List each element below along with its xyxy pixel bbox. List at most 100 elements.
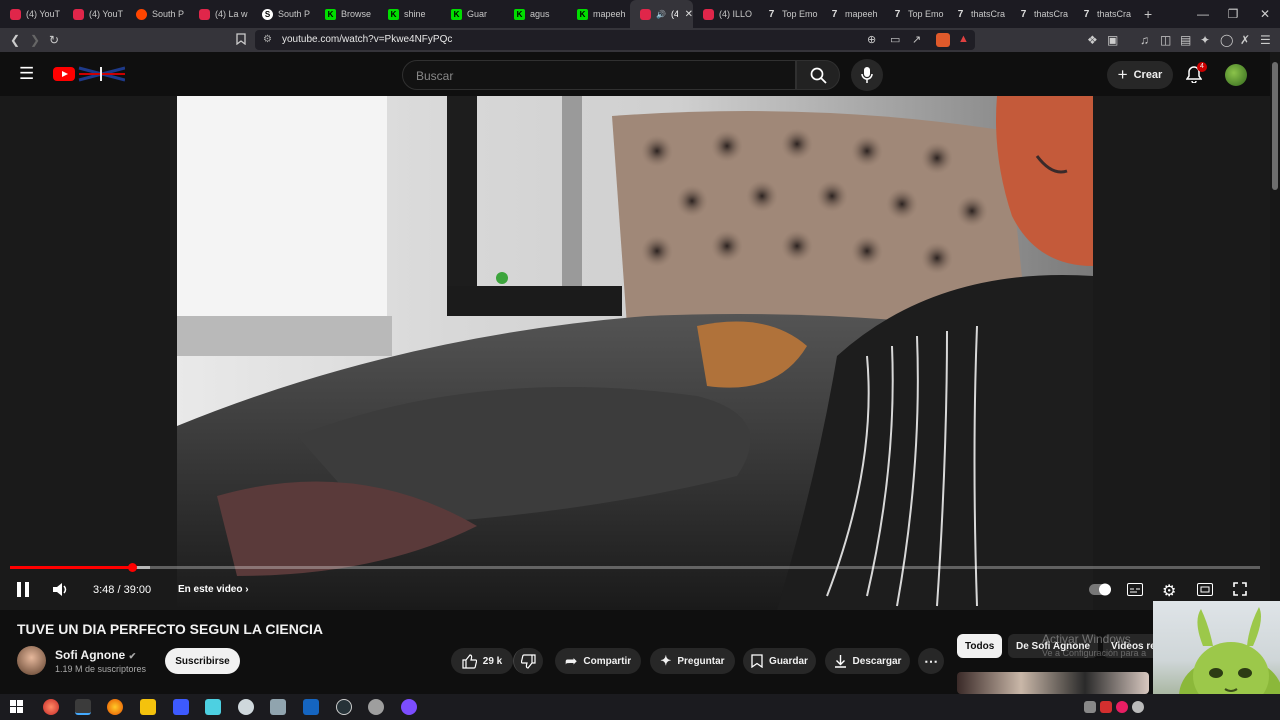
close-tab-icon[interactable]: ✕ [685, 9, 693, 20]
screenshot-icon[interactable]: ▣ [1107, 33, 1118, 47]
audio-playing-icon[interactable]: 🔊 [656, 10, 666, 19]
rewards-icon[interactable]: ▲ [958, 33, 969, 45]
restore-icon[interactable]: ❐ [1218, 0, 1248, 28]
taskbar-discord-icon[interactable] [401, 699, 417, 715]
download-button[interactable]: Descargar [825, 648, 910, 674]
sidebar-icon[interactable]: ◫ [1160, 33, 1171, 47]
create-button[interactable]: + Crear [1107, 61, 1173, 89]
7tv-favicon-icon: 7 [831, 8, 838, 20]
taskbar-app3-icon[interactable] [238, 699, 254, 715]
progress-track[interactable] [10, 566, 1260, 569]
share-button[interactable]: ➦ Compartir [555, 648, 641, 674]
taskbar-calculator-icon[interactable] [173, 699, 189, 715]
zoom-icon[interactable]: ⊕ [867, 33, 876, 46]
back-icon[interactable]: ❮ [10, 33, 20, 47]
account-avatar[interactable] [1225, 64, 1247, 86]
volume-button[interactable] [52, 582, 68, 600]
hamburger-menu-icon[interactable]: ☰ [19, 64, 34, 84]
progress-scrubber-handle[interactable] [127, 563, 137, 572]
taskbar-app4-icon[interactable] [270, 699, 286, 715]
browser-tab[interactable]: 7 Top Emo [882, 0, 945, 28]
browser-tab[interactable]: (4) La w [189, 0, 252, 28]
fullscreen-button[interactable] [1233, 582, 1247, 599]
share-page-icon[interactable]: ↗ [912, 33, 921, 46]
browser-tab[interactable]: Kagus [504, 0, 567, 28]
browser-tab[interactable]: South P [126, 0, 189, 28]
7tv-favicon-icon: 7 [1020, 8, 1027, 20]
tray-icon[interactable] [1132, 701, 1144, 713]
browser-tab[interactable]: 7 Top Emo [756, 0, 819, 28]
taskbar-steam-icon[interactable] [303, 699, 319, 715]
browser-tab[interactable]: 7 thatsCra [945, 0, 1008, 28]
browser-tab[interactable]: 7 mapeeh [819, 0, 882, 28]
channel-name[interactable]: Sofi Agnone ✔ [55, 648, 136, 662]
search-button[interactable] [796, 60, 840, 90]
site-info-icon[interactable]: ⚙ [263, 34, 272, 45]
browser-tab[interactable]: 7 thatsCra [1008, 0, 1071, 28]
windows-start-icon[interactable] [10, 700, 23, 718]
minimize-icon[interactable]: — [1188, 0, 1218, 28]
browser-tab[interactable]: Kmapeeh [567, 0, 630, 28]
youtube-logo[interactable] [53, 66, 126, 82]
bookmark-icon[interactable] [236, 33, 246, 48]
more-actions-button[interactable]: ⋯ [918, 648, 944, 674]
page-scrollbar-thumb[interactable] [1272, 62, 1278, 190]
leo-icon[interactable]: ✦ [1200, 33, 1210, 47]
theater-mode-button[interactable] [1197, 583, 1213, 599]
brave-shield-icon[interactable] [936, 33, 950, 47]
browser-tab[interactable]: Kshine [378, 0, 441, 28]
video-frame[interactable] [177, 96, 1093, 610]
close-window-icon[interactable]: ✕ [1250, 0, 1280, 28]
settings-button[interactable]: ⚙ [1162, 581, 1176, 601]
autoplay-toggle[interactable] [1089, 583, 1113, 599]
subtitles-button[interactable] [1127, 583, 1143, 599]
dislike-button[interactable] [513, 648, 543, 674]
browser-tab[interactable]: (4) ILLO [693, 0, 756, 28]
wallet-icon[interactable]: ▤ [1180, 33, 1191, 47]
voice-search-button[interactable] [851, 59, 883, 91]
taskbar-app-icon[interactable] [43, 699, 59, 715]
taskbar-app2-icon[interactable] [205, 699, 221, 715]
tray-icon[interactable] [1100, 701, 1112, 713]
browser-tab[interactable]: K Browse [315, 0, 378, 28]
share-label: Compartir [583, 655, 632, 667]
taskbar-brave-icon[interactable] [75, 699, 91, 715]
chapters-button[interactable]: En este video › [178, 584, 249, 595]
tray-icon[interactable] [1084, 701, 1096, 713]
like-button[interactable]: 29 k [451, 648, 513, 674]
related-video-thumbnail[interactable] [957, 672, 1149, 694]
new-tab-button[interactable]: + [1134, 0, 1164, 28]
taskbar-app5-icon[interactable] [368, 699, 384, 715]
menu-icon[interactable]: ☰ [1260, 33, 1271, 47]
cast-icon[interactable]: ▭ [890, 33, 900, 46]
subscriber-count: 1.19 M de suscriptores [55, 664, 147, 674]
url-text: youtube.com/watch?v=Pkwe4NFyPQc [282, 34, 453, 45]
tools-icon[interactable]: ✗ [1240, 33, 1250, 47]
taskbar-file-explorer-icon[interactable] [140, 699, 156, 715]
taskbar-firefox-icon[interactable] [107, 699, 123, 715]
browser-tab[interactable]: K Guar [441, 0, 504, 28]
browser-tab[interactable]: 7 thatsCra [1071, 0, 1134, 28]
taskbar-obs-icon[interactable] [336, 699, 352, 715]
channel-avatar[interactable] [17, 646, 46, 675]
verified-badge-icon: ✔ [128, 651, 137, 661]
browser-tab[interactable]: S South P [252, 0, 315, 28]
pause-button[interactable] [16, 582, 30, 600]
extensions-icon[interactable]: ❖ [1087, 33, 1098, 47]
video-player[interactable] [0, 96, 1270, 610]
browser-tab[interactable]: (4) YouT [0, 0, 63, 28]
ask-button[interactable]: ✦ Preguntar [650, 648, 735, 674]
save-button[interactable]: Guardar [743, 648, 816, 674]
chip-all[interactable]: Todos [957, 634, 1003, 658]
reload-icon[interactable]: ↻ [49, 33, 59, 47]
music-icon[interactable]: ♫ [1140, 33, 1149, 47]
browser-tab[interactable]: (4) YouT [63, 0, 126, 28]
vpn-icon[interactable]: ◯ [1220, 33, 1233, 47]
forward-icon[interactable]: ❯ [30, 33, 40, 47]
tray-icon[interactable] [1116, 701, 1128, 713]
subscribe-button[interactable]: Suscribirse [165, 648, 240, 674]
browser-tab[interactable]: 🔊 (4 ✕ [630, 0, 693, 28]
browser-tab-title: (4) YouT [26, 9, 61, 19]
url-field[interactable]: ⚙ youtube.com/watch?v=Pkwe4NFyPQc ⊕ ▭ ↗ … [255, 30, 975, 50]
search-input[interactable]: Buscar [402, 60, 796, 90]
